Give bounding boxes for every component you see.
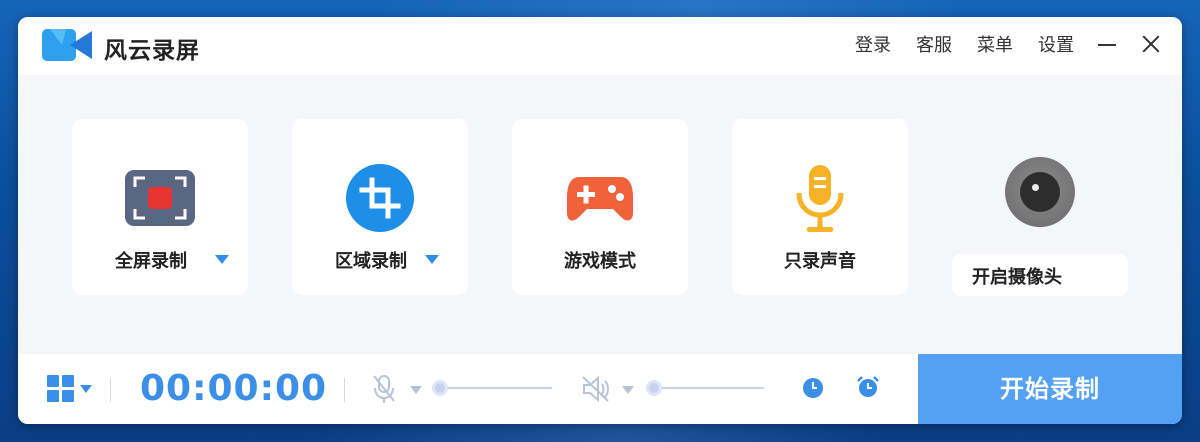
settings-link[interactable]: 设置 xyxy=(1038,31,1074,57)
title-bar: 风云录屏 登录 客服 菜单 设置 xyxy=(18,17,1182,75)
bottom-bar: 00:00:00 开始录制 xyxy=(18,354,1182,424)
mode-region-record[interactable]: 区域录制 xyxy=(292,119,468,295)
slider-thumb[interactable] xyxy=(432,380,448,396)
mode-game[interactable]: 游戏模式 xyxy=(512,119,688,295)
alarm-icon[interactable] xyxy=(856,375,880,399)
mode-label: 区域录制 xyxy=(335,251,407,272)
divider xyxy=(110,378,111,402)
close-button[interactable] xyxy=(1140,33,1162,55)
mode-label: 游戏模式 xyxy=(564,251,636,272)
login-link[interactable]: 登录 xyxy=(855,31,891,57)
mic-dropdown-chevron-icon[interactable] xyxy=(410,386,422,394)
slider-track xyxy=(646,387,764,389)
mode-panel: 全屏录制 区域录制 游戏模式 只录声音 开启摄像头 xyxy=(18,75,1182,354)
crop-icon xyxy=(346,164,414,232)
mic-volume-slider[interactable] xyxy=(432,380,552,396)
video-camera-logo-icon xyxy=(42,29,92,61)
layout-dropdown-chevron-icon[interactable] xyxy=(80,385,92,393)
mic-off-icon[interactable] xyxy=(372,374,396,404)
slider-thumb[interactable] xyxy=(646,380,662,396)
speaker-volume-slider[interactable] xyxy=(646,380,764,396)
minimize-icon xyxy=(1098,44,1116,46)
mode-fullscreen-record[interactable]: 全屏录制 xyxy=(72,119,248,295)
webcam-icon[interactable] xyxy=(1005,157,1075,227)
menu-link[interactable]: 菜单 xyxy=(977,31,1013,57)
start-recording-button[interactable]: 开始录制 xyxy=(918,354,1182,424)
app-window: 风云录屏 登录 客服 菜单 设置 全屏录制 区域录制 游戏模式 只录声音 开启摄… xyxy=(18,17,1182,424)
mode-label: 只录声音 xyxy=(784,251,856,272)
clock-icon[interactable] xyxy=(802,377,824,399)
grid-icon[interactable] xyxy=(47,375,75,403)
top-menu: 登录 客服 菜单 设置 xyxy=(830,31,1162,57)
open-camera-button[interactable]: 开启摄像头 xyxy=(952,254,1128,296)
customer-service-link[interactable]: 客服 xyxy=(916,31,952,57)
webcam-lens-highlight xyxy=(1032,184,1039,191)
chevron-down-icon[interactable] xyxy=(425,255,439,264)
mode-audio-only[interactable]: 只录声音 xyxy=(732,119,908,295)
app-title: 风云录屏 xyxy=(104,38,200,64)
microphone-icon xyxy=(796,165,844,232)
gamepad-icon xyxy=(567,177,633,221)
fullscreen-record-icon xyxy=(125,170,195,226)
recording-timer: 00:00:00 xyxy=(140,368,328,409)
speaker-off-icon[interactable] xyxy=(581,375,611,403)
divider xyxy=(344,378,345,402)
slider-track xyxy=(432,387,552,389)
chevron-down-icon[interactable] xyxy=(215,255,229,264)
speaker-dropdown-chevron-icon[interactable] xyxy=(622,386,634,394)
webcam-lens xyxy=(1020,172,1060,212)
minimize-button[interactable] xyxy=(1096,33,1118,55)
